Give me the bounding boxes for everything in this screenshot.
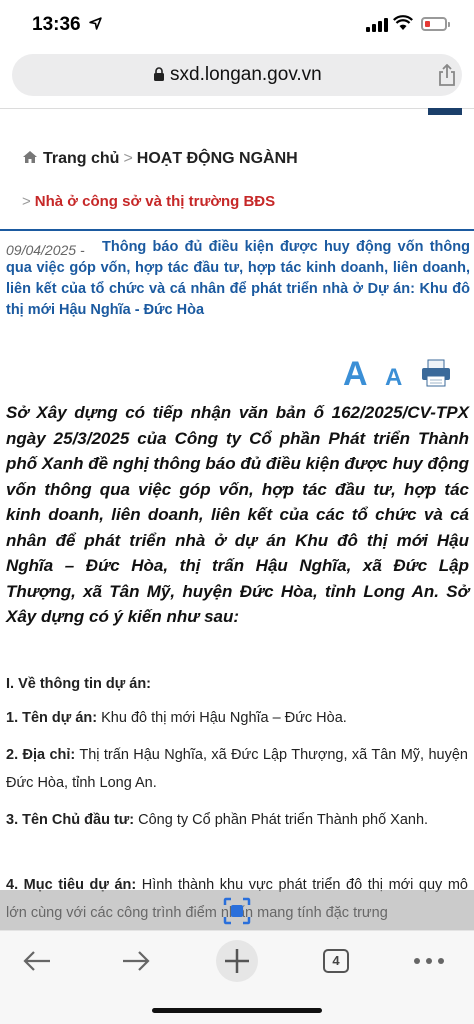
font-increase-button[interactable]: A	[343, 355, 368, 394]
article-lead: Sở Xây dựng có tiếp nhận văn bản ố 162/2…	[6, 403, 469, 626]
address-bar[interactable]: sxd.longan.gov.vn	[12, 54, 462, 96]
plus-icon	[225, 949, 249, 973]
status-time: 13:36	[32, 14, 81, 35]
location-arrow-icon	[89, 17, 102, 30]
url-text[interactable]: sxd.longan.gov.vn	[170, 64, 322, 86]
breadcrumb-subsection: > Nhà ở công sở và thị trường BĐS	[22, 193, 276, 210]
project-name: 1. Tên dự án: Khu đô thị mới Hậu Nghĩa –…	[6, 710, 347, 726]
wifi-icon	[393, 15, 413, 30]
home-icon	[23, 151, 37, 163]
breadcrumb-subsection-link[interactable]: Nhà ở công sở và thị trường BĐS	[35, 193, 275, 210]
home-indicator	[152, 1008, 322, 1013]
share-icon[interactable]	[437, 64, 457, 86]
menu-tab-marker	[428, 108, 462, 115]
back-arrow-icon[interactable]	[22, 950, 52, 972]
printer-icon[interactable]	[420, 358, 452, 388]
screen-capture-icon[interactable]	[222, 896, 252, 926]
section-heading: I. Về thông tin dự án:	[6, 676, 152, 692]
breadcrumb-section-link[interactable]: HOẠT ĐỘNG NGÀNH	[137, 150, 298, 167]
section-divider	[0, 229, 474, 231]
font-decrease-button[interactable]: A	[385, 364, 402, 392]
breadcrumb: Trang chủ > HOẠT ĐỘNG NGÀNH	[22, 150, 298, 168]
status-bar: 13:36	[0, 0, 474, 50]
more-options-icon[interactable]	[412, 952, 446, 970]
header-divider	[0, 108, 474, 109]
project-investor: 3. Tên Chủ đầu tư: Công ty Cổ phần Phát …	[6, 812, 429, 828]
cellular-signal-icon	[366, 18, 388, 32]
article-tools: A A	[343, 355, 463, 395]
battery-icon	[421, 17, 450, 31]
tab-switcher-button[interactable]: 4	[323, 949, 349, 973]
article-title[interactable]: Thông báo đủ điều kiện được huy động vốn…	[6, 237, 470, 321]
lock-icon	[154, 67, 164, 81]
project-address: 2. Địa chỉ: Thị trấn Hậu Nghĩa, xã Đức L…	[6, 747, 468, 791]
breadcrumb-home-link[interactable]: Trang chủ	[43, 150, 119, 167]
new-tab-button[interactable]	[216, 940, 258, 982]
forward-arrow-icon[interactable]	[121, 950, 151, 972]
